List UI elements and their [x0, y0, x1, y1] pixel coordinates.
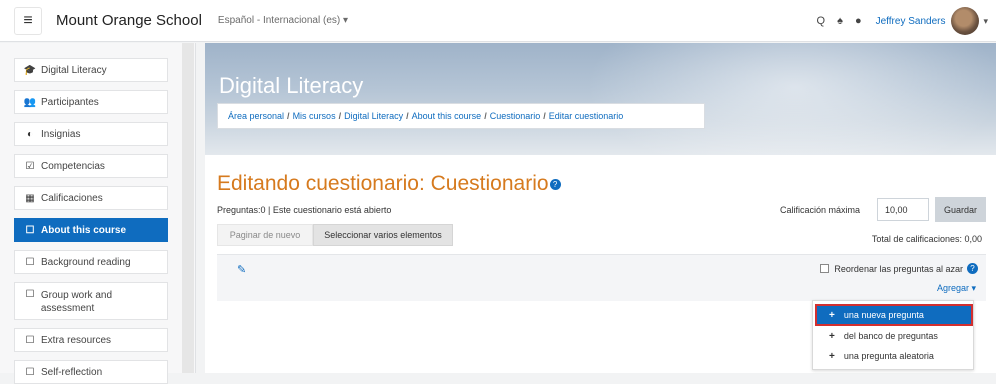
- search-icon[interactable]: Q: [817, 15, 826, 27]
- breadcrumb-separator: /: [338, 111, 342, 121]
- sidebar-item-label: Participantes: [41, 96, 99, 108]
- quiz-status: Preguntas:0 | Este cuestionario está abi…: [217, 205, 392, 215]
- sidebar-item-label: Insignias: [41, 128, 81, 140]
- chat-icon[interactable]: ●: [855, 15, 862, 27]
- section-header: ✎ Reordenar las preguntas al azar ? Agre…: [217, 254, 986, 301]
- sidebar: 🎓 Digital Literacy 👥 Participantes ◐ Ins…: [0, 43, 196, 384]
- sidebar-item-label: Extra resources: [41, 334, 112, 346]
- help-icon[interactable]: ?: [549, 178, 561, 190]
- menu-item-label: una pregunta aleatoria: [843, 351, 934, 361]
- add-menu-toggle[interactable]: Agregar ▾: [937, 283, 976, 294]
- add-dropdown-menu: + una nueva pregunta + del banco de preg…: [812, 300, 974, 370]
- sidebar-item-label: About this course: [41, 224, 127, 236]
- sidebar-item-label: Self-reflection: [41, 366, 103, 378]
- add-new-question-item[interactable]: + una nueva pregunta: [815, 304, 973, 326]
- avatar[interactable]: [951, 7, 980, 35]
- sidebar-item-group-work[interactable]: ☐ Group work and assessment: [14, 282, 168, 320]
- add-from-bank-item[interactable]: + del banco de preguntas: [817, 327, 971, 345]
- menu-toggle-icon[interactable]: ≡: [14, 6, 42, 35]
- course-header-banner: Digital Literacy Área personal / Mis cur…: [205, 43, 996, 155]
- page-title-text: Editando cuestionario: Cuestionario: [217, 172, 549, 195]
- sidebar-item-calificaciones[interactable]: ▦ Calificaciones: [14, 186, 168, 210]
- help-icon[interactable]: ?: [967, 263, 978, 274]
- folder-icon: ☐: [25, 289, 35, 300]
- shuffle-questions[interactable]: Reordenar las preguntas al azar ?: [820, 263, 978, 274]
- breadcrumb-separator: /: [543, 111, 546, 121]
- checkbox-icon: ☑: [25, 160, 35, 172]
- table-icon: ▦: [25, 192, 35, 204]
- folder-icon: ☐: [25, 224, 35, 236]
- breadcrumb-item[interactable]: Mis cursos: [293, 111, 336, 121]
- breadcrumb-item[interactable]: Digital Literacy: [344, 111, 403, 121]
- folder-icon: ☐: [25, 334, 35, 346]
- plus-icon: +: [829, 309, 835, 321]
- sidebar-item-label: Calificaciones: [41, 192, 103, 204]
- site-name[interactable]: Mount Orange School: [56, 12, 202, 29]
- shield-icon: ◐: [26, 128, 34, 140]
- total-grades: Total de calificaciones: 0,00: [871, 234, 982, 244]
- save-button[interactable]: Guardar: [935, 197, 986, 222]
- breadcrumb-separator: /: [287, 111, 290, 121]
- menu-item-label: del banco de preguntas: [843, 331, 938, 341]
- sidebar-item-label: Group work and assessment: [40, 290, 113, 314]
- sidebar-item-extra-resources[interactable]: ☐ Extra resources: [14, 328, 168, 352]
- sidebar-item-competencias[interactable]: ☑ Competencias: [14, 154, 168, 178]
- user-area: Q ♠ ● Jeffrey Sanders ▾: [805, 0, 996, 42]
- sidebar-item-self-reflection[interactable]: ☐ Self-reflection: [14, 360, 168, 384]
- top-navbar: ≡ Mount Orange School Español - Internac…: [0, 0, 996, 42]
- breadcrumb-item[interactable]: Editar cuestionario: [549, 111, 624, 121]
- breadcrumb-item[interactable]: Área personal: [228, 111, 284, 121]
- breadcrumb-separator: /: [406, 111, 409, 121]
- users-icon: 👥: [23, 96, 37, 108]
- shuffle-label: Reordenar las preguntas al azar: [834, 263, 963, 274]
- folder-icon: ☐: [25, 366, 35, 378]
- sidebar-item-background-reading[interactable]: ☐ Background reading: [14, 250, 168, 274]
- edit-icon[interactable]: ✎: [237, 263, 246, 276]
- course-title: Digital Literacy: [219, 73, 364, 98]
- sidebar-item-label: Background reading: [41, 256, 131, 268]
- page-title: Editando cuestionario: Cuestionario?: [217, 172, 561, 196]
- folder-icon: ☐: [25, 256, 35, 268]
- sidebar-item-digital-literacy[interactable]: 🎓 Digital Literacy: [14, 58, 168, 82]
- sidebar-scrollbar[interactable]: [182, 43, 194, 373]
- language-selector[interactable]: Español - Internacional (es) ▾: [218, 15, 348, 26]
- sidebar-item-insignias[interactable]: ◐ Insignias: [14, 122, 168, 146]
- breadcrumb-item[interactable]: About this course: [412, 111, 482, 121]
- shuffle-checkbox[interactable]: [820, 264, 830, 273]
- repaginate-button[interactable]: Paginar de nuevo: [217, 224, 313, 246]
- sidebar-item-participantes[interactable]: 👥 Participantes: [14, 90, 168, 114]
- max-grade-input[interactable]: [877, 198, 929, 221]
- chevron-down-icon[interactable]: ▾: [983, 16, 988, 27]
- breadcrumb: Área personal / Mis cursos / Digital Lit…: [217, 103, 705, 129]
- sidebar-item-about-this-course[interactable]: ☐ About this course: [14, 218, 168, 242]
- select-multiple-button[interactable]: Seleccionar varios elementos: [313, 224, 453, 246]
- plus-icon: +: [829, 330, 835, 342]
- plus-icon: +: [829, 350, 835, 362]
- add-random-question-item[interactable]: + una pregunta aleatoria: [817, 347, 971, 365]
- sidebar-item-label: Digital Literacy: [41, 64, 107, 76]
- sidebar-item-label: Competencias: [41, 160, 105, 172]
- user-name[interactable]: Jeffrey Sanders: [876, 16, 946, 27]
- bell-icon[interactable]: ♠: [837, 15, 843, 27]
- breadcrumb-separator: /: [484, 111, 487, 121]
- graduation-cap-icon: 🎓: [23, 64, 37, 76]
- breadcrumb-item[interactable]: Cuestionario: [490, 111, 541, 121]
- menu-item-label: una nueva pregunta: [843, 310, 924, 320]
- max-grade-label: Calificación máxima: [780, 205, 861, 215]
